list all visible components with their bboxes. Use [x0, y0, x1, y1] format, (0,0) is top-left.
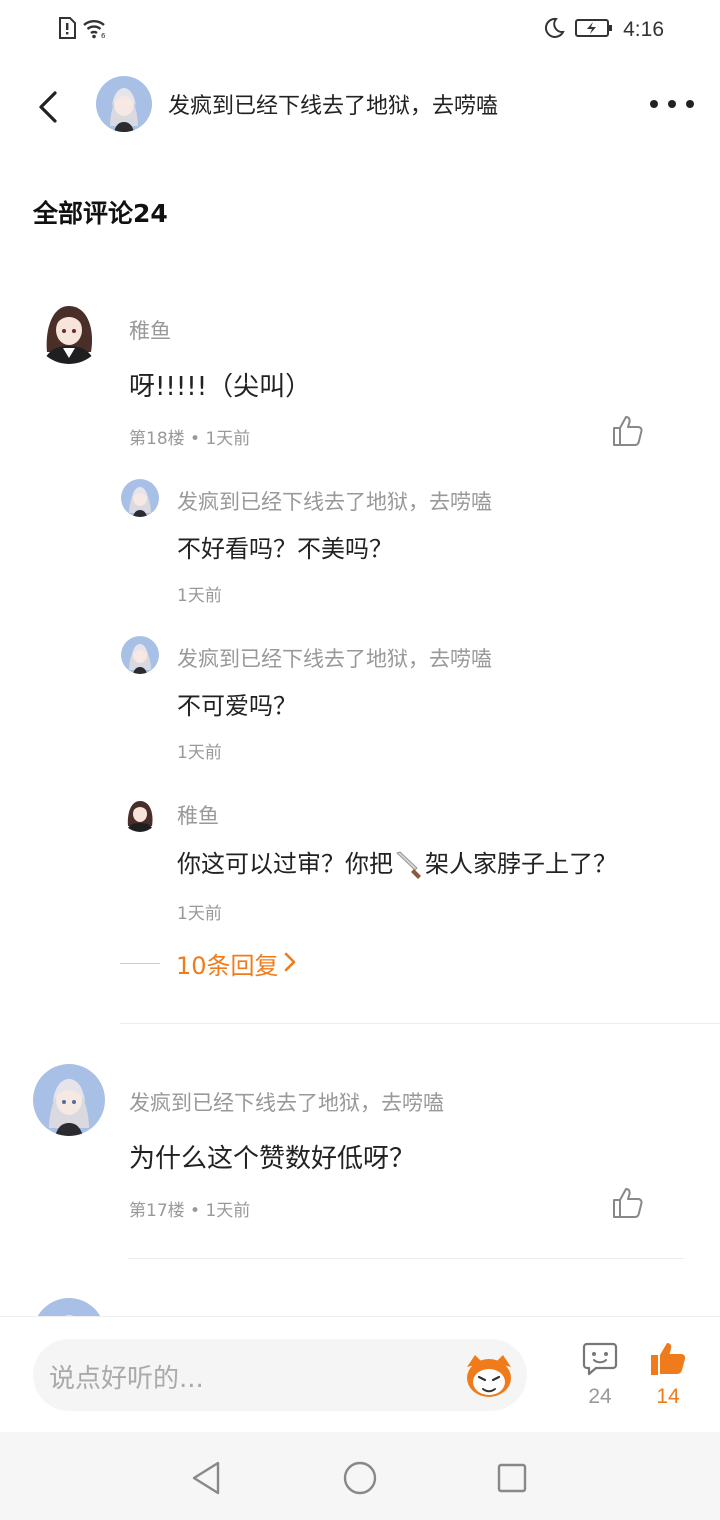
meta-separator: • [190, 429, 206, 449]
reply-username[interactable]: 稚鱼 [177, 800, 219, 830]
comment-input-placeholder: 说点好听的... [49, 1364, 204, 1394]
thumbs-up-icon [613, 1188, 643, 1218]
moon-icon [543, 17, 565, 43]
status-time: 4:16 [623, 18, 664, 41]
comment-divider [120, 1023, 720, 1024]
more-dot [668, 100, 676, 108]
circle-home-icon [343, 1461, 377, 1495]
post-author-avatar[interactable] [96, 76, 152, 132]
reply-time: 1天前 [177, 904, 222, 924]
comments-count-button[interactable]: 24 [570, 1341, 630, 1409]
back-button[interactable] [28, 84, 68, 130]
nav-home-button[interactable] [340, 1458, 380, 1498]
comment-like-button[interactable] [611, 414, 645, 448]
svg-text:6: 6 [101, 32, 106, 39]
top-app-bar: 发疯到已经下线去了地狱，去唠嗑 [0, 62, 720, 152]
view-more-replies-link[interactable]: 10条回复 [120, 946, 297, 981]
comment-divider [128, 1258, 684, 1259]
more-dot [650, 100, 658, 108]
reply-username[interactable]: 发疯到已经下线去了地狱，去唠嗑 [177, 643, 492, 673]
sim-alert-icon [58, 17, 76, 43]
nav-recents-button[interactable] [492, 1458, 532, 1498]
thumbs-up-icon [613, 416, 643, 446]
comments-count: 24 [588, 1385, 612, 1408]
comment-time: 1天前 [205, 1201, 251, 1221]
square-recents-icon [497, 1463, 527, 1493]
comment-like-button[interactable] [611, 1186, 645, 1220]
post-title: 发疯到已经下线去了地狱，去唠嗑 [168, 94, 499, 119]
mascot-emoji-icon [467, 1355, 511, 1397]
comment-composer-bar: 说点好听的... 24 14 [0, 1316, 720, 1432]
status-bar: 6 4:16 [0, 0, 720, 62]
triangle-back-icon [192, 1461, 220, 1495]
knife-emoji-icon [393, 850, 425, 880]
reply-text: 不好看吗？不美吗？ [177, 535, 393, 563]
comment-text: 为什么这个赞数好低呀？ [129, 1144, 416, 1174]
comment-floor: 第17楼 [129, 1201, 185, 1221]
comments-section-title: 全部评论24 [33, 199, 168, 228]
like-post-button[interactable]: 14 [638, 1341, 698, 1409]
thumbs-up-filled-icon [651, 1343, 686, 1375]
likes-count: 14 [656, 1385, 680, 1408]
reply-text: 不可爱吗？ [177, 692, 297, 720]
reply-avatar[interactable] [121, 794, 159, 832]
comment-text: 呀!!!!!（尖叫） [129, 372, 312, 402]
reply-avatar[interactable] [121, 479, 159, 517]
reply-text-part: 架人家脖子上了？ [425, 850, 617, 878]
chevron-right-icon [283, 951, 297, 977]
comment-time: 1天前 [205, 429, 251, 449]
nav-back-button[interactable] [186, 1458, 226, 1498]
commenter-avatar[interactable] [33, 292, 105, 364]
meta-separator: • [190, 1201, 206, 1221]
reply-avatar[interactable] [121, 636, 159, 674]
reply-text: 你这可以过审？你把 架人家脖子上了？ [177, 844, 617, 880]
more-replies-label: 10条回复 [176, 952, 279, 980]
comment-meta: 第18楼 • 1天前 [129, 424, 250, 449]
comment-username[interactable]: 稚鱼 [129, 315, 171, 345]
wifi-icon: 6 [82, 17, 108, 43]
system-navigation-bar [0, 1432, 720, 1520]
reply-time: 1天前 [177, 586, 222, 606]
replies-divider-line [120, 963, 160, 964]
comment-meta: 第17楼 • 1天前 [129, 1196, 250, 1221]
chevron-left-icon [39, 91, 57, 123]
more-options-button[interactable] [650, 94, 694, 114]
reply-username[interactable]: 发疯到已经下线去了地狱，去唠嗑 [177, 486, 492, 516]
emoji-button[interactable] [461, 1349, 517, 1401]
comment-username[interactable]: 发疯到已经下线去了地狱，去唠嗑 [129, 1087, 444, 1117]
more-dot [686, 100, 694, 108]
battery-charging-icon [575, 18, 613, 42]
comment-bubble-icon [582, 1342, 618, 1376]
commenter-avatar[interactable] [33, 1064, 105, 1136]
comment-floor: 第18楼 [129, 429, 185, 449]
reply-time: 1天前 [177, 743, 222, 763]
comment-input[interactable]: 说点好听的... [33, 1339, 527, 1411]
reply-text-part: 你这可以过审？你把 [177, 850, 393, 878]
